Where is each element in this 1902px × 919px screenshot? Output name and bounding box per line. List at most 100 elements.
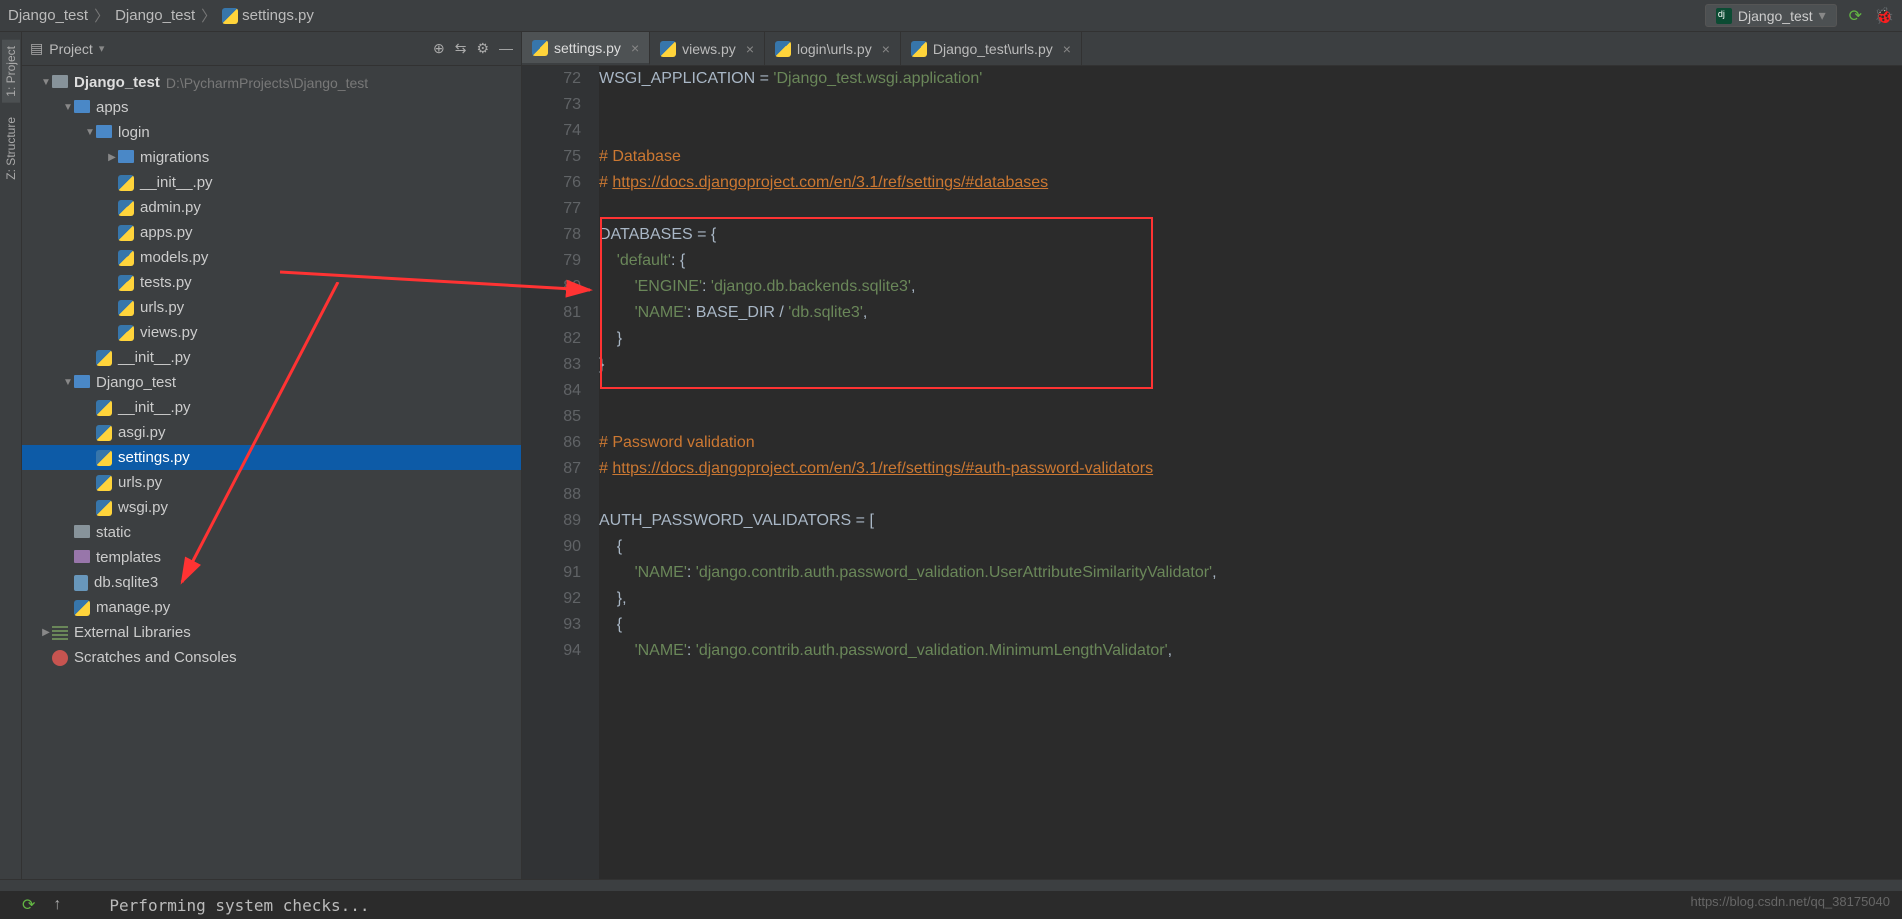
close-icon[interactable]: ×	[882, 41, 890, 57]
run-configuration-selector[interactable]: Django_test ▾	[1705, 4, 1837, 27]
code-line[interactable]: # https://docs.djangoproject.com/en/3.1/…	[599, 170, 1902, 196]
code-line[interactable]	[599, 92, 1902, 118]
code-line[interactable]	[599, 404, 1902, 430]
chevron-right-icon: 〉	[94, 5, 109, 26]
code-line[interactable]: # Database	[599, 144, 1902, 170]
tree-file[interactable]: urls.py	[22, 470, 521, 495]
python-file-icon	[911, 41, 927, 57]
project-icon: ▤	[30, 40, 43, 57]
restart-button[interactable]: ⟳	[1849, 6, 1862, 26]
tab-label: Django_test\urls.py	[933, 41, 1053, 57]
code-line[interactable]: {	[599, 534, 1902, 560]
debug-button[interactable]: 🐞	[1874, 6, 1894, 26]
code-line[interactable]: 'default': {	[599, 248, 1902, 274]
folder-icon	[52, 75, 68, 88]
project-tree[interactable]: ▼Django_testD:\PycharmProjects\Django_te…	[22, 66, 521, 879]
code-line[interactable]	[599, 482, 1902, 508]
gear-icon[interactable]: ⚙	[476, 40, 489, 57]
tree-external-libs[interactable]: ▶External Libraries	[22, 620, 521, 645]
editor-tab[interactable]: Django_test\urls.py ×	[901, 32, 1082, 65]
tree-file[interactable]: admin.py	[22, 195, 521, 220]
sidebar-header: ▤ Project ▾ ⊕ ⇆ ⚙ —	[22, 32, 521, 66]
code-line[interactable]: 'NAME': BASE_DIR / 'db.sqlite3',	[599, 300, 1902, 326]
close-icon[interactable]: ×	[746, 41, 754, 57]
code-line[interactable]: {	[599, 612, 1902, 638]
tree-file[interactable]: __init__.py	[22, 395, 521, 420]
tree-file[interactable]: __init__.py	[22, 345, 521, 370]
code-line[interactable]: AUTH_PASSWORD_VALIDATORS = [	[599, 508, 1902, 534]
up-arrow-icon[interactable]: ↑	[53, 896, 61, 914]
code-line[interactable]: WSGI_APPLICATION = 'Django_test.wsgi.app…	[599, 66, 1902, 92]
code-line[interactable]: 'NAME': 'django.contrib.auth.password_va…	[599, 638, 1902, 664]
code-line[interactable]: 'ENGINE': 'django.db.backends.sqlite3',	[599, 274, 1902, 300]
breadcrumb-item[interactable]: Django_test	[115, 7, 195, 24]
python-file-icon	[118, 225, 134, 241]
tree-file[interactable]: views.py	[22, 320, 521, 345]
structure-tool-tab[interactable]: Z: Structure	[2, 111, 20, 186]
tree-file[interactable]: models.py	[22, 245, 521, 270]
code-content[interactable]: WSGI_APPLICATION = 'Django_test.wsgi.app…	[599, 66, 1902, 879]
folder-icon	[74, 375, 90, 388]
tree-folder-templates[interactable]: templates	[22, 545, 521, 570]
python-file-icon	[222, 8, 238, 24]
collapse-icon[interactable]: ⇆	[455, 40, 467, 57]
tree-folder-migrations[interactable]: ▶migrations	[22, 145, 521, 170]
breadcrumb-item[interactable]: Django_test	[8, 7, 88, 24]
tree-scratches[interactable]: Scratches and Consoles	[22, 645, 521, 670]
python-file-icon	[118, 250, 134, 266]
restart-icon[interactable]: ⟳	[22, 895, 35, 915]
close-icon[interactable]: ×	[1063, 41, 1071, 57]
tree-file[interactable]: tests.py	[22, 270, 521, 295]
tree-folder-login[interactable]: ▼login	[22, 120, 521, 145]
python-file-icon	[660, 41, 676, 57]
tree-folder-apps[interactable]: ▼apps	[22, 95, 521, 120]
code-line[interactable]	[599, 196, 1902, 222]
tree-file-settings[interactable]: settings.py	[22, 445, 521, 470]
editor-area: settings.py×views.py×login\urls.py×Djang…	[522, 32, 1902, 879]
editor-tab[interactable]: login\urls.py×	[765, 32, 901, 65]
editor-tabs: settings.py×views.py×login\urls.py×Djang…	[522, 32, 1902, 66]
code-line[interactable]: 'NAME': 'django.contrib.auth.password_va…	[599, 560, 1902, 586]
tree-file[interactable]: urls.py	[22, 295, 521, 320]
code-line[interactable]: }	[599, 326, 1902, 352]
code-line[interactable]: # https://docs.djangoproject.com/en/3.1/…	[599, 456, 1902, 482]
code-line[interactable]	[599, 378, 1902, 404]
code-line[interactable]	[599, 118, 1902, 144]
tab-label: settings.py	[554, 40, 621, 56]
code-line[interactable]: # Password validation	[599, 430, 1902, 456]
code-line[interactable]: }	[599, 352, 1902, 378]
folder-icon	[96, 125, 112, 138]
code-line[interactable]: DATABASES = {	[599, 222, 1902, 248]
breadcrumbs[interactable]: Django_test 〉 Django_test 〉 settings.py	[8, 5, 314, 26]
locate-icon[interactable]: ⊕	[433, 40, 445, 57]
run-config-label: Django_test	[1738, 8, 1813, 24]
tree-file[interactable]: __init__.py	[22, 170, 521, 195]
tree-file[interactable]: asgi.py	[22, 420, 521, 445]
close-icon[interactable]: ×	[631, 40, 639, 56]
tree-folder-djangotest[interactable]: ▼Django_test	[22, 370, 521, 395]
tool-window-bar: 1: Project Z: Structure	[0, 32, 22, 879]
python-file-icon	[96, 450, 112, 466]
editor-tab[interactable]: views.py×	[650, 32, 765, 65]
breadcrumb-item[interactable]: settings.py	[242, 7, 314, 24]
python-file-icon	[532, 40, 548, 56]
editor-tab[interactable]: settings.py ×	[522, 32, 650, 65]
tree-file-db[interactable]: db.sqlite3	[22, 570, 521, 595]
project-tool-tab[interactable]: 1: Project	[2, 40, 20, 103]
tree-folder-static[interactable]: static	[22, 520, 521, 545]
code-line[interactable]: },	[599, 586, 1902, 612]
folder-icon	[74, 100, 90, 113]
python-file-icon	[74, 600, 90, 616]
python-file-icon	[96, 500, 112, 516]
tree-file[interactable]: manage.py	[22, 595, 521, 620]
library-icon	[52, 626, 68, 640]
code-editor[interactable]: 7273747576777879808182838485868788899091…	[522, 66, 1902, 879]
python-file-icon	[118, 175, 134, 191]
folder-icon	[74, 525, 90, 538]
watermark: https://blog.csdn.net/qq_38175040	[1691, 894, 1891, 909]
tree-file[interactable]: apps.py	[22, 220, 521, 245]
tree-file[interactable]: wsgi.py	[22, 495, 521, 520]
hide-icon[interactable]: —	[499, 40, 513, 57]
tree-root[interactable]: ▼Django_testD:\PycharmProjects\Django_te…	[22, 70, 521, 95]
chevron-down-icon[interactable]: ▾	[99, 42, 105, 55]
